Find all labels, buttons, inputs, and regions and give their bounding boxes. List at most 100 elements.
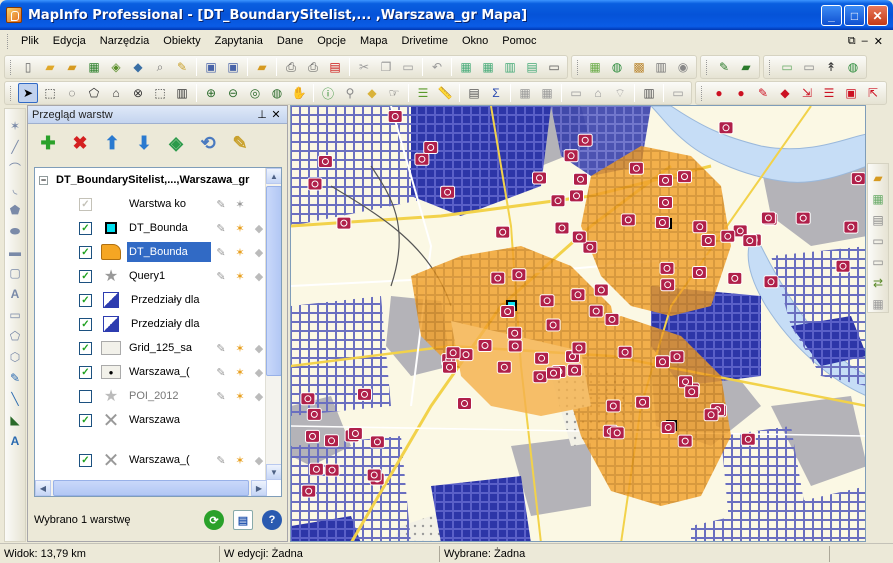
new-graph-icon[interactable]: ▥ [500,57,520,77]
poi-marker[interactable] [677,170,692,184]
poi-marker[interactable] [567,363,583,377]
layer-checkbox[interactable]: ✓ [79,245,92,259]
poi-marker[interactable] [440,185,456,199]
mapbasic-window-icon[interactable]: ▰ [736,57,756,77]
polygon-select-icon[interactable]: ⬠ [84,83,104,103]
poi-marker[interactable] [660,278,676,292]
pdf-icon[interactable]: ▤ [325,57,345,77]
poi-marker[interactable] [691,266,707,279]
line-style-icon[interactable]: ╲ [6,390,24,408]
poi-marker[interactable] [604,312,620,326]
save-copy-icon[interactable]: ▣ [223,57,243,77]
layer-checkbox[interactable]: ✓ [79,221,92,235]
polyline-tool-icon[interactable]: ⌒ [6,159,24,177]
drag-map-window-icon[interactable]: ☞ [384,83,404,103]
poi-marker[interactable] [609,426,625,440]
new-map-window-icon[interactable]: ▦ [478,57,498,77]
map-tool-icon[interactable]: ▦ [869,191,887,208]
print-preview-icon[interactable]: ⎙ [303,57,323,77]
poi-marker[interactable] [677,434,693,448]
reshape-icon[interactable]: ⌂ [588,83,608,103]
find-icon[interactable]: ⌕ [150,57,170,77]
poi-marker[interactable] [655,355,670,369]
add-layer-icon[interactable]: ✚ [38,133,58,153]
reshape-tool-icon[interactable]: ⬠ [6,327,24,345]
selectable-icon[interactable]: ✶ [232,364,248,380]
vertical-scrollbar[interactable]: ▲ ▼ [265,168,281,480]
menu-grip[interactable] [7,34,10,49]
sum-statistics-icon[interactable]: Σ [486,83,506,103]
poi-marker[interactable] [357,387,372,401]
poi-marker[interactable] [700,234,716,247]
layer-control-tool-icon[interactable]: ☰ [413,83,433,103]
open-folder-icon[interactable]: ▰ [40,57,60,77]
menu-dane[interactable]: Dane [270,32,310,51]
editable-icon[interactable]: ✎ [213,364,229,380]
menu-edycja[interactable]: Edycja [46,32,93,51]
poi-marker[interactable] [571,230,587,244]
scroll-up-icon[interactable]: ▲ [266,168,281,184]
graph-select-icon[interactable]: ▥ [172,83,192,103]
undo-icon[interactable]: ↶ [427,57,447,77]
copy-icon[interactable]: ❐ [376,57,396,77]
poi-marker[interactable] [763,275,779,289]
horizontal-scroll-thumb[interactable] [53,480,249,496]
minimize-button[interactable]: _ [821,5,842,26]
boundary-select-icon[interactable]: ⌂ [106,83,126,103]
poi-marker[interactable] [308,462,324,476]
map-window[interactable] [290,105,866,542]
poi-marker[interactable] [760,211,776,225]
poi-marker[interactable] [577,133,593,147]
marquee-select-icon[interactable]: ⬚ [40,83,60,103]
selection-status-bar[interactable]: Wybrane: Żadna [440,545,830,562]
print-icon[interactable]: ⎙ [281,57,301,77]
drivetime-point-icon[interactable]: ● [709,83,729,103]
layer-style-icon[interactable]: ⟲ [198,133,218,153]
poi-marker[interactable] [660,421,676,434]
polygon-tool-icon[interactable]: ⬟ [6,201,24,219]
layer-row[interactable]: ✓ Przedziały dla [35,312,281,336]
drivetime-boundary-icon[interactable]: ◆ [775,83,795,103]
previous-view-icon[interactable]: ◍ [267,83,287,103]
poi-marker[interactable] [720,229,736,243]
export-icon[interactable]: ▤ [233,510,253,530]
poi-marker[interactable] [554,221,570,235]
layer-checkbox[interactable]: ✓ [79,365,92,379]
poi-marker[interactable] [496,360,512,374]
show-statistics-icon[interactable]: ▭ [566,83,586,103]
poi-marker[interactable] [387,110,403,123]
refresh-icon[interactable]: ⟳ [204,510,224,530]
layout-tool-icon[interactable]: ▭ [869,233,887,250]
poi-marker[interactable] [658,196,673,209]
save-icon[interactable]: ▣ [201,57,221,77]
open-file-icon[interactable]: ▰ [869,170,887,187]
poi-marker[interactable] [534,351,550,365]
poi-marker[interactable] [477,339,493,352]
poi-marker[interactable] [366,468,382,482]
poi-marker[interactable] [703,408,719,422]
zoom-in-icon[interactable]: ⊕ [201,83,221,103]
pin-icon[interactable]: ⊥ [255,108,269,121]
vertical-scroll-thumb[interactable] [266,186,281,376]
poi-marker[interactable] [507,326,523,340]
layer-row[interactable]: ✓ ★ Query1 ✎ ✶ ◆ [35,264,281,288]
redistrict-icon[interactable]: ▭ [544,57,564,77]
unselect-all-icon[interactable]: ⊗ [128,83,148,103]
poi-marker[interactable] [573,172,588,186]
poi-marker[interactable] [617,345,633,359]
drivetime-options-icon[interactable]: ☰ [819,83,839,103]
help-comment-icon[interactable]: ✎ [714,57,734,77]
scroll-down-icon[interactable]: ▼ [266,464,281,480]
poi-marker[interactable] [563,149,579,163]
poi-marker[interactable] [305,429,320,443]
database-tool-icon[interactable]: ▭ [869,253,887,270]
poi-marker[interactable] [317,155,333,168]
poi-marker[interactable] [659,261,675,275]
menu-obiekty[interactable]: Obiekty [156,32,207,51]
invert-selection-icon[interactable]: ⬚ [150,83,170,103]
poi-marker[interactable] [511,268,527,282]
poi-marker[interactable] [423,141,439,154]
info-tool-icon[interactable]: ⓘ [318,83,338,103]
poi-marker[interactable] [500,305,516,318]
drivetime-sitelist-icon[interactable]: ▣ [841,83,861,103]
